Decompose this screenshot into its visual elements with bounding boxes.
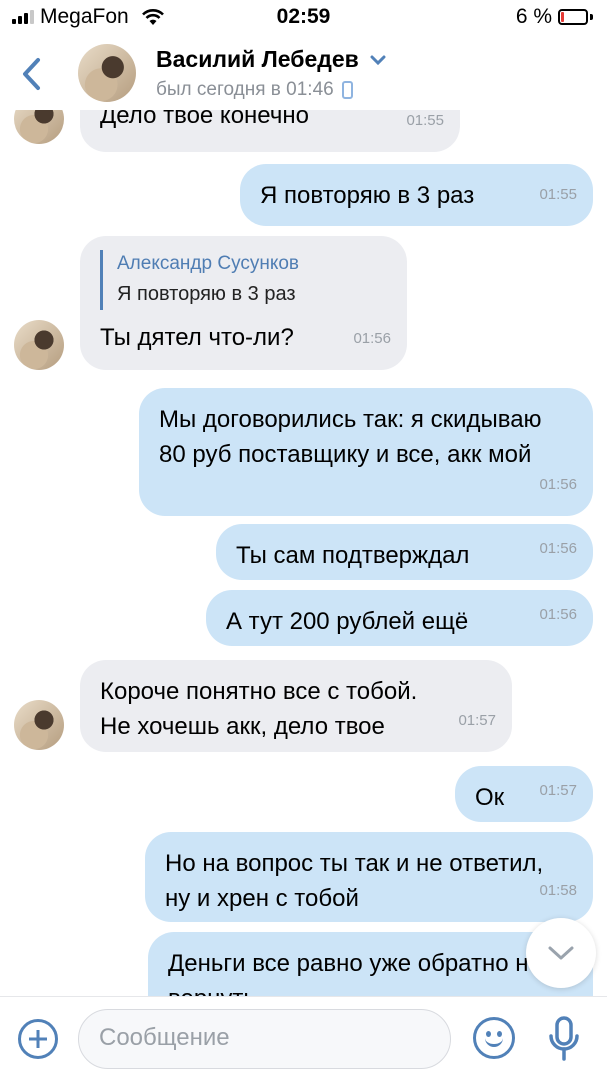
- message-outgoing[interactable]: Деньги все равно уже обратно не вернуть: [148, 932, 593, 996]
- emoji-icon[interactable]: [473, 1017, 515, 1059]
- phone-icon: [341, 81, 353, 99]
- message-time: 01:56: [539, 540, 577, 557]
- avatar[interactable]: [14, 700, 64, 750]
- message-text: А тут 200 рублей ещё: [226, 608, 469, 635]
- contact-name-row[interactable]: Василий Лебедев: [156, 46, 387, 73]
- message-text: Ок: [475, 784, 505, 811]
- contact-name: Василий Лебедев: [156, 46, 359, 72]
- message-time: 01:56: [353, 330, 391, 347]
- message-text: Деньги все равно уже обратно не вернуть: [168, 950, 542, 996]
- message-text: Я повторяю в 3 раз: [260, 182, 475, 209]
- message-outgoing[interactable]: Ты сам подтверждал 01:56: [216, 524, 593, 580]
- message-incoming[interactable]: Короче понятно все с тобой. Не хочешь ак…: [80, 660, 512, 752]
- microphone-icon[interactable]: [546, 1015, 582, 1063]
- message-outgoing[interactable]: Я повторяю в 3 раз 01:55: [240, 164, 593, 226]
- message-list[interactable]: Дело твое конечно 01:55 Я повторяю в 3 р…: [0, 96, 607, 996]
- scroll-down-button[interactable]: [526, 918, 596, 988]
- message-text: Ты сам подтверждал: [236, 542, 470, 569]
- message-text: Ты дятел что-ли?: [100, 324, 294, 351]
- message-text: Короче понятно все с тобой. Не хочешь ак…: [100, 678, 418, 740]
- avatar[interactable]: [14, 320, 64, 370]
- scroll-down-icon: [548, 946, 574, 960]
- message-outgoing[interactable]: А тут 200 рублей ещё 01:56: [206, 590, 593, 646]
- message-time: 01:56: [539, 476, 577, 493]
- last-seen-text: был сегодня в 01:46: [156, 79, 334, 100]
- battery-percent: 6 %: [515, 5, 552, 28]
- back-chevron-icon[interactable]: [16, 54, 46, 94]
- message-incoming-reply[interactable]: Александр Сусунков Я повторяю в 3 раз Ты…: [80, 236, 407, 370]
- message-input[interactable]: Сообщение: [78, 1009, 451, 1069]
- dropdown-chevron-icon: [370, 55, 386, 65]
- message-time: 01:55: [539, 186, 577, 203]
- message-time: 01:56: [539, 606, 577, 623]
- battery: 6 %: [516, 5, 593, 29]
- message-outgoing[interactable]: Но на вопрос ты так и не ответил, ну и х…: [145, 832, 593, 922]
- avatar[interactable]: [78, 44, 136, 102]
- message-input-placeholder: Сообщение: [99, 1024, 230, 1051]
- reply-quote[interactable]: Александр Сусунков Я повторяю в 3 раз: [100, 250, 387, 310]
- battery-icon: [558, 9, 588, 25]
- message-outgoing[interactable]: Мы договорились так: я скидываю 80 руб п…: [139, 388, 593, 516]
- reply-text: Я повторяю в 3 раз: [117, 283, 296, 305]
- message-text: Мы договорились так: я скидываю 80 руб п…: [159, 406, 542, 468]
- composer: Сообщение: [0, 996, 607, 1080]
- attach-plus-icon[interactable]: [18, 1019, 58, 1059]
- reply-author: Александр Сусунков: [117, 253, 300, 274]
- status-bar: MegaFon 02:59 6 %: [0, 0, 607, 36]
- message-time: 01:57: [458, 712, 496, 729]
- chat-header: Василий Лебедев был сегодня в 01:46: [0, 36, 607, 110]
- last-seen: был сегодня в 01:46: [156, 79, 353, 101]
- message-text: Но на вопрос ты так и не ответил, ну и х…: [165, 850, 544, 912]
- message-outgoing[interactable]: Ок 01:57: [455, 766, 593, 822]
- message-time: 01:58: [539, 882, 577, 899]
- message-time: 01:57: [539, 782, 577, 799]
